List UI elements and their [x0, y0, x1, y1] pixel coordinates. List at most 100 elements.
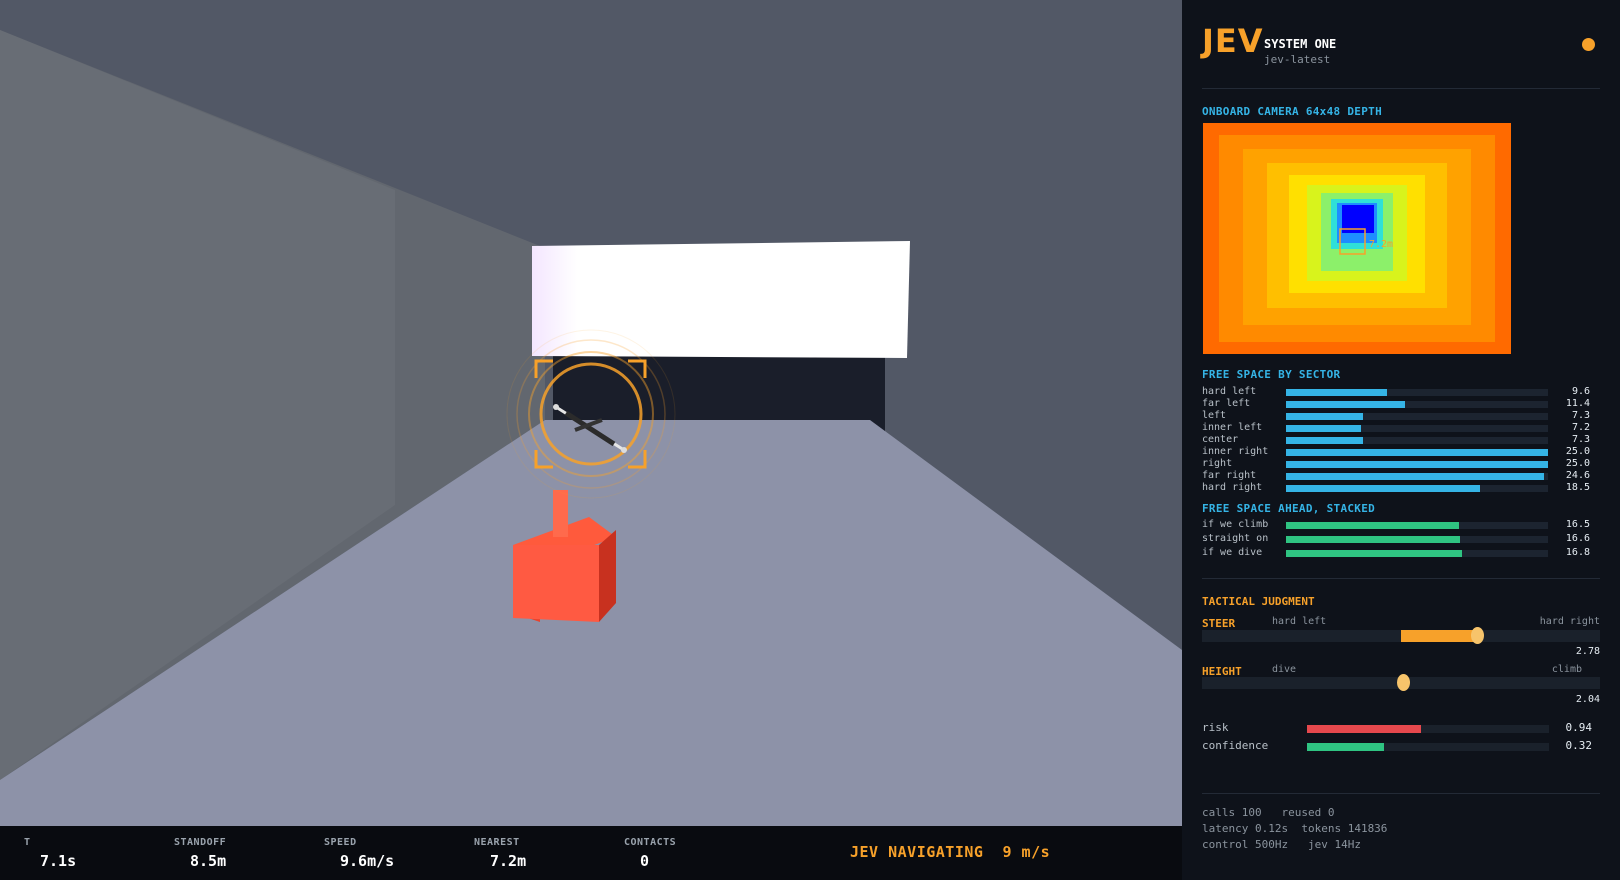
stat-value: 9.6m/s: [340, 852, 395, 870]
ahead-row: straight on 16.6: [1202, 533, 1602, 545]
metric-label: risk: [1202, 721, 1229, 734]
bar-label: center: [1202, 434, 1239, 445]
sectors-row: hard right 18.5: [1202, 482, 1602, 494]
height-slider[interactable]: [1202, 674, 1600, 691]
metric-confidence: confidence 0.32: [1202, 739, 1602, 753]
bar-fill: [1286, 485, 1480, 492]
risk-bar-fill: [1307, 725, 1421, 733]
hud-bar: T 7.1s STANDOFF 8.5m SPEED 9.6m/s NEARES…: [0, 826, 1182, 880]
divider: [1202, 88, 1600, 89]
sectors-row: left 7.3: [1202, 410, 1602, 422]
bar-track: [1286, 437, 1548, 444]
depth-camera-view: 7.2m: [1203, 123, 1511, 354]
sectors-row: inner left 7.2: [1202, 422, 1602, 434]
stat-value: 7.1s: [40, 852, 77, 870]
scene-render: [0, 0, 1182, 826]
ahead-title: FREE SPACE AHEAD, STACKED: [1202, 502, 1376, 515]
bar-value: 25.0: [1565, 458, 1590, 469]
bar-fill: [1286, 413, 1363, 420]
ahead-row: if we climb 16.5: [1202, 519, 1602, 531]
bar-label: straight on: [1202, 533, 1269, 544]
depth-target-label: 7.2m: [1369, 239, 1393, 250]
tactical-title: TACTICAL JUDGMENT: [1202, 595, 1315, 608]
sectors-row: right 25.0: [1202, 458, 1602, 470]
bar-track: [1286, 522, 1548, 529]
stat-contacts: CONTACTS 0: [624, 837, 676, 870]
steer-slider[interactable]: [1202, 627, 1600, 644]
bar-label: far right: [1202, 470, 1257, 481]
bar-fill: [1286, 550, 1463, 557]
height-slider-knob[interactable]: [1396, 674, 1410, 691]
stat-value: 0: [640, 852, 650, 870]
bar-fill: [1286, 461, 1548, 468]
footer-control: control 500Hz jev 14Hz: [1202, 838, 1361, 851]
divider: [1202, 793, 1600, 794]
bar-value: 7.3: [1571, 434, 1590, 445]
navigation-status: JEV NAVIGATING 9 m/s: [850, 843, 1051, 861]
bar-track: [1286, 389, 1548, 396]
bar-label: hard left: [1202, 386, 1257, 397]
metric-risk: risk 0.94: [1202, 721, 1602, 735]
ahead-row: if we dive 16.8: [1202, 547, 1602, 559]
bar-label: left: [1202, 410, 1227, 421]
status-indicator: [1582, 38, 1595, 51]
metric-track: [1307, 743, 1549, 751]
stat-label: SPEED: [324, 837, 357, 848]
footer-latency: latency 0.12s tokens 141836: [1202, 822, 1388, 835]
steer-min-label: hard left: [1272, 616, 1327, 627]
metric-value: 0.94: [1565, 721, 1593, 734]
bar-track: [1286, 536, 1548, 543]
steer-slider-knob[interactable]: [1470, 627, 1484, 644]
bar-value: 11.4: [1565, 398, 1590, 409]
bar-fill: [1286, 522, 1459, 529]
bar-value: 18.5: [1565, 482, 1590, 493]
bar-value: 24.6: [1565, 470, 1590, 481]
scene-viewport[interactable]: [0, 0, 1182, 826]
bar-fill: [1286, 449, 1548, 456]
sectors-row: inner right 25.0: [1202, 446, 1602, 458]
sectors-row: center 7.3: [1202, 434, 1602, 446]
bar-label: if we climb: [1202, 519, 1269, 530]
stat-speed: SPEED 9.6m/s: [324, 837, 394, 870]
bar-value: 7.3: [1571, 410, 1590, 421]
bar-value: 16.5: [1565, 519, 1590, 530]
bar-fill: [1286, 437, 1363, 444]
sectors-row: far left 11.4: [1202, 398, 1602, 410]
stat-value: 8.5m: [190, 852, 227, 870]
bar-fill: [1286, 473, 1544, 480]
bar-label: inner right: [1202, 446, 1269, 457]
stat-nearest: NEAREST 7.2m: [474, 837, 526, 870]
steer-slider-fill: [1401, 630, 1477, 642]
bar-value: 16.8: [1565, 547, 1590, 558]
footer-calls: calls 100 reused 0: [1202, 806, 1335, 819]
telemetry-panel: JEV SYSTEM ONE jev-latest ONBOARD CAMERA…: [1182, 0, 1620, 880]
system-name: SYSTEM ONE: [1264, 37, 1337, 51]
bar-label: hard right: [1202, 482, 1263, 493]
bar-label: if we dive: [1202, 547, 1263, 558]
bar-track: [1286, 461, 1548, 468]
sectors-row: far right 24.6: [1202, 470, 1602, 482]
stat-label: NEAREST: [474, 837, 520, 848]
stat-standoff: STANDOFF 8.5m: [174, 837, 226, 870]
stat-label: CONTACTS: [624, 837, 677, 848]
app-logo: JEV: [1202, 22, 1264, 60]
bar-label: inner left: [1202, 422, 1263, 433]
bar-fill: [1286, 425, 1362, 432]
height-min-label: dive: [1272, 664, 1297, 675]
stat-label: T: [24, 837, 31, 848]
height-value: 2.04: [1575, 694, 1600, 705]
bar-value: 16.6: [1565, 533, 1590, 544]
bar-track: [1286, 425, 1548, 432]
metric-value: 0.32: [1565, 739, 1593, 752]
steer-label: STEER: [1202, 617, 1236, 630]
metric-label: confidence: [1202, 739, 1269, 752]
stat-label: STANDOFF: [174, 837, 227, 848]
metric-track: [1307, 725, 1549, 733]
divider: [1202, 578, 1600, 579]
bar-fill: [1286, 389, 1387, 396]
bar-track: [1286, 550, 1548, 557]
bar-track: [1286, 485, 1548, 492]
red-block-front: [513, 545, 599, 622]
red-block-post: [553, 490, 568, 537]
steer-max-label: hard right: [1539, 616, 1600, 627]
